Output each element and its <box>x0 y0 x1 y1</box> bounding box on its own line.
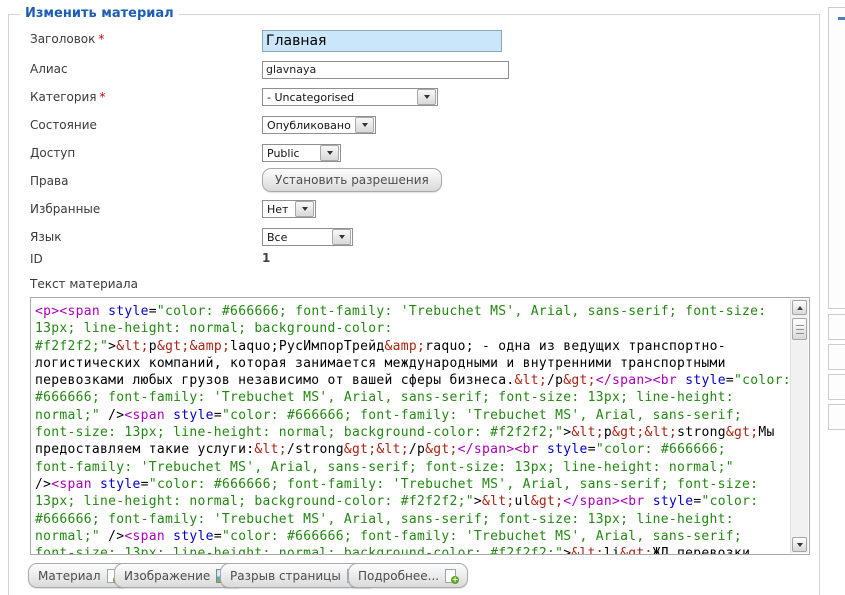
code-line: 13px; line-height: normal; background-co… <box>35 494 759 510</box>
code-line: 13px; line-height: normal; background-co… <box>35 321 393 337</box>
access-select[interactable]: Public <box>262 144 341 162</box>
alias-input[interactable]: glavnaya <box>262 61 509 79</box>
chevron-down-icon[interactable] <box>355 117 374 133</box>
editor-scrollbar[interactable] <box>790 299 808 553</box>
required-asterisk: * <box>99 90 106 104</box>
chevron-down-icon[interactable] <box>295 201 314 217</box>
code-line: /><span style="color: #666666; font-fami… <box>35 476 759 492</box>
chevron-down-icon[interactable] <box>332 229 351 245</box>
sidebar-accordion-header[interactable] <box>828 344 845 370</box>
readmore-icon: + <box>445 568 460 584</box>
fieldset-legend: Изменить материал <box>20 6 179 21</box>
chevron-down-icon[interactable] <box>320 145 339 161</box>
access-label: Доступ <box>30 146 76 160</box>
code-line: normal;" /><span style="color: #666666; … <box>35 528 743 544</box>
id-value: 1 <box>262 251 271 265</box>
sidebar-accordion-header[interactable] <box>828 374 845 400</box>
alias-label: Алиас <box>30 62 68 76</box>
featured-label: Избранные <box>30 202 101 216</box>
code-line: #666666; font-family: 'Trebuchet MS', Ar… <box>35 511 734 527</box>
code-line: логистических компаний, которая занимает… <box>35 355 726 371</box>
featured-select[interactable]: Нет <box>262 200 316 218</box>
state-label: Состояние <box>30 118 97 132</box>
sidebar-link-fragment <box>838 17 845 20</box>
id-label: ID <box>30 252 43 266</box>
article-text-editor[interactable]: <p><span style="color: #666666; font-fam… <box>30 297 810 555</box>
code-line: предоставляем такие услуги:&lt;/strong&g… <box>35 442 726 458</box>
scroll-down-icon[interactable] <box>792 537 807 552</box>
title-input[interactable]: Главная <box>262 30 502 52</box>
article-text-label: Текст материала <box>30 277 138 291</box>
code-line: font-family: 'Trebuchet MS', Arial, sans… <box>35 459 734 475</box>
readmore-button[interactable]: Подробнее... + <box>348 563 469 588</box>
code-line: #666666; font-family: 'Trebuchet MS', Ar… <box>35 390 734 406</box>
scrollbar-thumb[interactable] <box>792 318 807 340</box>
required-asterisk: * <box>98 32 105 46</box>
permissions-label: Права <box>30 174 69 188</box>
chevron-down-icon[interactable] <box>417 89 436 105</box>
language-select[interactable]: Все <box>262 228 353 246</box>
code-line: font-size: 13px; line-height: normal; ba… <box>35 425 775 441</box>
category-select[interactable]: - Uncategorised <box>262 88 438 106</box>
sidebar-accordion-header[interactable] <box>828 314 845 340</box>
state-select[interactable]: Опубликовано <box>262 116 376 134</box>
sidebar-accordion-header[interactable] <box>828 404 845 430</box>
code-line: normal;" /><span style="color: #666666; … <box>35 407 743 423</box>
category-label: Категория * <box>30 90 106 104</box>
code-line: перевозками любых грузов независимо от в… <box>35 373 789 389</box>
code-line: #f2f2f2;">&lt;p&gt;&amp;laquo;РусИмпорТр… <box>35 338 726 354</box>
set-permissions-button[interactable]: Установить разрешения <box>262 168 442 192</box>
sidebar-pane <box>828 7 845 309</box>
code-lines[interactable]: <p><span style="color: #666666; font-fam… <box>35 303 789 554</box>
title-label: Заголовок * <box>30 32 105 46</box>
code-line: font-size: 13px; line-height: normal; ba… <box>35 546 751 554</box>
scroll-up-icon[interactable] <box>792 300 807 315</box>
code-line: <p><span style="color: #666666; font-fam… <box>35 304 767 319</box>
language-label: Язык <box>30 230 62 244</box>
article-edit-page: Изменить материал Заголовок * Главная Али… <box>0 0 845 595</box>
